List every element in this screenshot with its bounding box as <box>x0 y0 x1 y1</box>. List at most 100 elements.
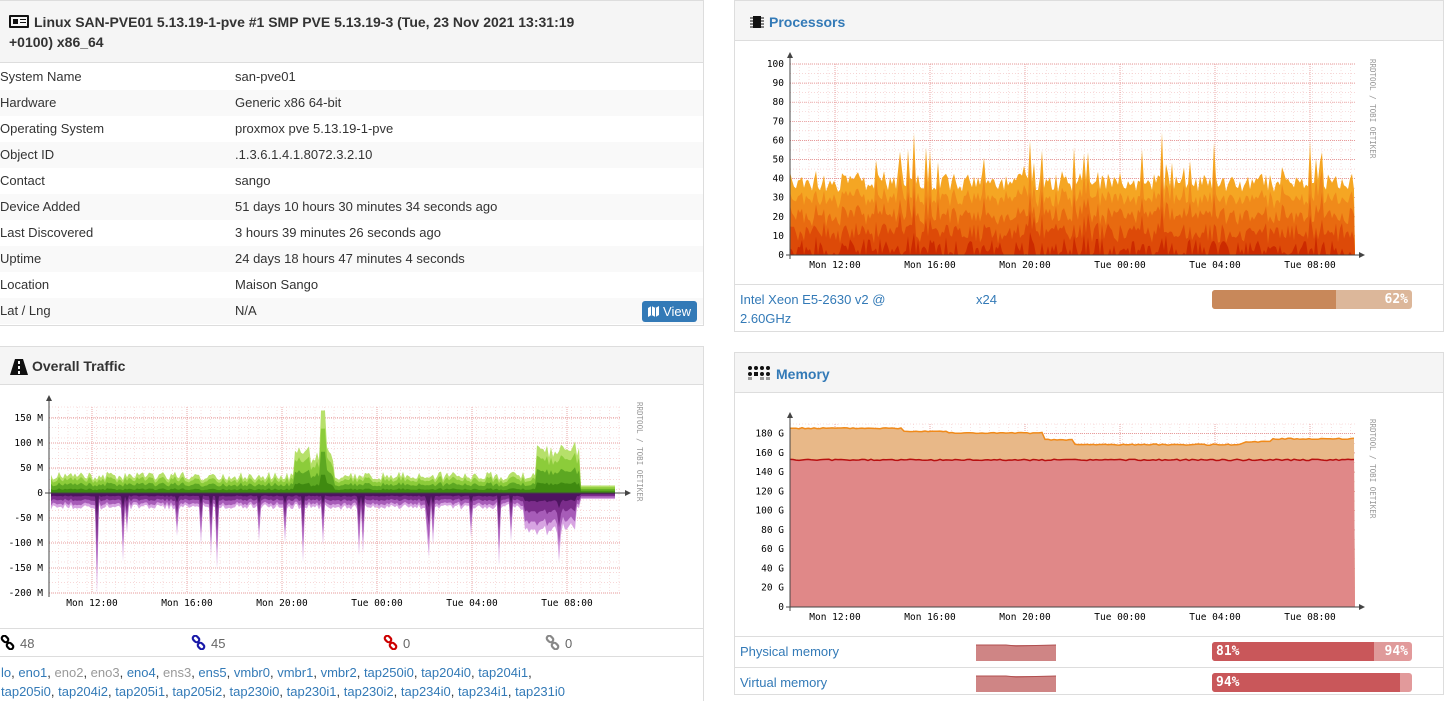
view-map-button[interactable]: View <box>642 301 697 322</box>
memory-row-label[interactable]: Physical memory <box>740 642 839 661</box>
y-tick-label: 100 G <box>755 506 784 517</box>
port-link[interactable]: tap234i0 <box>401 684 451 699</box>
port-separator: , <box>450 684 458 699</box>
overview-row-label: Hardware <box>0 95 57 110</box>
overview-row-value: 24 days 18 hours 47 minutes 4 seconds <box>235 251 465 266</box>
memory-sparkline[interactable] <box>976 642 1056 661</box>
link-icon <box>383 634 398 653</box>
port-link[interactable]: eno1 <box>18 665 47 680</box>
overview-row-label: Object ID <box>0 147 55 162</box>
port-link[interactable]: ens3 <box>163 665 191 680</box>
port-link[interactable]: tap205i0 <box>1 684 51 699</box>
processor-row: Intel Xeon E5-2630 v2 @ 2.60GHz x24 62% <box>735 284 1443 332</box>
overview-row-label: Operating System <box>0 121 105 136</box>
x-tick-label: Tue 04:00 <box>1189 260 1241 271</box>
link-icon <box>545 634 560 653</box>
y-tick-label: 40 G <box>761 563 784 574</box>
y-tick-label: 140 G <box>755 467 784 478</box>
overview-row: Device Added 51 days 10 hours 30 minutes … <box>0 194 703 220</box>
cpu-usage-bar[interactable]: 62% <box>1212 290 1412 309</box>
memory-usage-bar[interactable]: 81% 94% <box>1212 642 1412 661</box>
port-count-value: 45 <box>211 636 226 651</box>
cpu-usage-label: 62% <box>1384 292 1408 307</box>
port-count-value: 48 <box>20 636 35 651</box>
processors-graph[interactable]: 100 90 80 70 60 50 40 30 20 10 0 Mon 12:00 Mon 16:00… <box>740 43 1400 283</box>
port-link[interactable]: lo <box>1 665 11 680</box>
x-tick-label: Tue 08:00 <box>1284 260 1336 271</box>
cpu-model-link[interactable]: Intel Xeon E5-2630 v2 @ 2.60GHz <box>740 290 885 328</box>
port-count[interactable]: 0 <box>545 634 572 653</box>
port-link[interactable]: tap205i2 <box>172 684 222 699</box>
port-link[interactable]: tap205i1 <box>115 684 165 699</box>
port-link[interactable]: tap234i1 <box>458 684 508 699</box>
y-tick-label: 30 <box>773 193 785 204</box>
overview-row-label: System Name <box>0 69 82 84</box>
memory-graph[interactable]: 180 G 160 G 140 G 120 G 100 G 80 G 60 G 40 G 20 … <box>740 395 1400 635</box>
x-tick-label: Tue 08:00 <box>541 598 593 609</box>
overview-row-value: Maison Sango <box>235 277 319 292</box>
port-link[interactable]: vmbr1 <box>277 665 313 680</box>
y-tick-label: 80 <box>773 97 785 108</box>
port-link[interactable]: tap204i0 <box>421 665 471 680</box>
y-tick-label: 50 <box>773 155 785 166</box>
port-link[interactable]: tap230i2 <box>344 684 394 699</box>
port-count[interactable]: 48 <box>0 634 35 653</box>
x-tick-label: Mon 12:00 <box>66 598 118 609</box>
port-link[interactable]: tap250i0 <box>364 665 414 680</box>
port-link[interactable]: tap204i1 <box>478 665 528 680</box>
port-separator: , <box>155 665 163 680</box>
port-link[interactable]: vmbr2 <box>321 665 357 680</box>
rrd-watermark: RRDTOOL / TOBI OETIKER <box>1368 59 1377 159</box>
y-tick-label: 160 G <box>755 448 784 459</box>
overview-row-label: Contact <box>0 173 45 188</box>
port-counts: 48 45 0 0 <box>0 628 703 657</box>
port-link[interactable]: ens5 <box>198 665 226 680</box>
overview-row-value: proxmox pve 5.13.19-1-pve <box>235 121 394 136</box>
overview-row: Object ID .1.3.6.1.4.1.8072.3.2.10 <box>0 142 703 168</box>
overview-row-label: Uptime <box>0 251 42 266</box>
memory-title[interactable]: Memory <box>776 366 830 382</box>
y-tick-label: 180 G <box>755 429 784 440</box>
x-tick-label: Tue 00:00 <box>351 598 403 609</box>
overview-row: Location Maison Sango <box>0 272 703 298</box>
overview-row-label: Location <box>0 277 50 292</box>
port-separator: , <box>47 665 55 680</box>
port-link[interactable]: eno2 <box>55 665 84 680</box>
x-tick-label: Mon 16:00 <box>904 612 956 623</box>
processors-title[interactable]: Processors <box>769 14 845 30</box>
traffic-graph[interactable]: 150 M 100 M 50 M 0 -50 M -100 M -150 M -200 M Mo… <box>1 387 661 627</box>
overview-row: System Name san-pve01 <box>0 64 703 90</box>
overview-table: System Name san-pve01 Hardware Generic x86 … <box>0 64 703 326</box>
overview-row-value: N/A <box>235 303 257 318</box>
memory-row-label[interactable]: Virtual memory <box>740 673 827 692</box>
memory-sparkline[interactable] <box>976 673 1056 692</box>
port-separator: , <box>313 665 321 680</box>
memory-used-label: 94% <box>1216 675 1240 690</box>
port-separator: , <box>336 684 344 699</box>
memory-panel: Memory 180 G 160 G 140 G 120 G 100 G 80 G 60 G… <box>734 352 1444 695</box>
port-list: lo, eno1, eno2, eno3, eno4, ens3, ens5, … <box>1 663 701 701</box>
port-separator: , <box>83 665 91 680</box>
port-link[interactable]: eno3 <box>91 665 120 680</box>
port-separator: , <box>528 665 532 680</box>
y-tick-label: 120 G <box>755 486 784 497</box>
port-link[interactable]: tap230i0 <box>230 684 280 699</box>
y-tick-label: 40 <box>773 174 785 185</box>
y-tick-label: 0 <box>37 488 43 499</box>
port-link[interactable]: tap204i2 <box>58 684 108 699</box>
overview-header: Linux SAN-PVE01 5.13.19-1-pve #1 SMP PVE… <box>0 1 703 63</box>
x-tick-label: Mon 20:00 <box>999 612 1051 623</box>
port-link[interactable]: eno4 <box>127 665 156 680</box>
port-count[interactable]: 45 <box>191 634 226 653</box>
traffic-panel: Overall Traffic 150 M 100 M 50 M 0 -50 M -100… <box>0 346 704 701</box>
port-link[interactable]: vmbr0 <box>234 665 270 680</box>
port-count[interactable]: 0 <box>383 634 410 653</box>
memory-usage-bar[interactable]: 94% <box>1212 673 1412 692</box>
view-button-label: View <box>663 304 691 319</box>
port-link[interactable]: tap230i1 <box>287 684 337 699</box>
y-tick-label: 50 M <box>20 463 43 474</box>
port-link[interactable]: tap231i0 <box>515 684 565 699</box>
x-tick-label: Mon 12:00 <box>809 260 861 271</box>
cpu-chip-icon <box>750 14 764 33</box>
y-tick-label: 10 <box>773 231 785 242</box>
